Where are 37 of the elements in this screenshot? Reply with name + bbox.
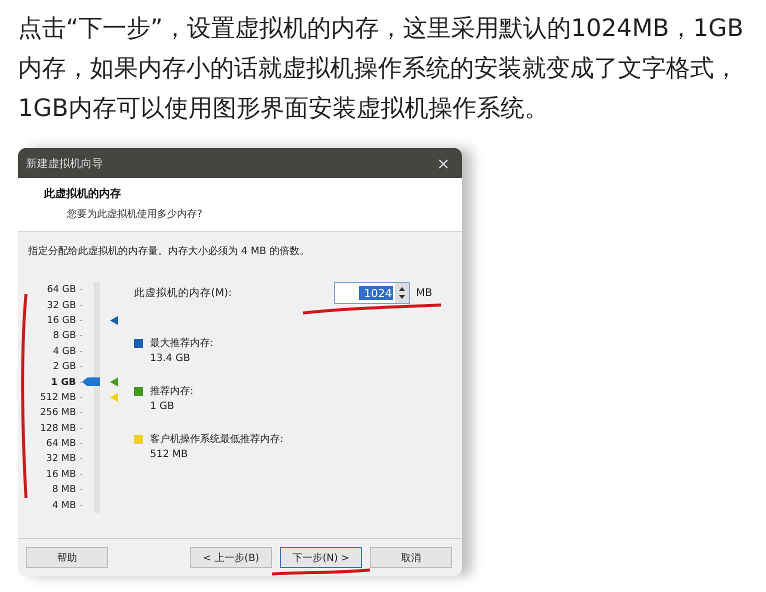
page-subheading: 您要为此虚拟机使用多少内存? (66, 208, 204, 221)
scale-label: 128 MB (40, 422, 76, 434)
legend-label: 客户机操作系统最低推荐内存: (150, 432, 284, 446)
scale-label: 32 MB (46, 453, 76, 464)
article-paragraph: 点击“下一步”，设置虚拟机的内存，这里采用默认的1024MB，1GB内存，如果内存小的话就虚拟机操作系统的安装就变成了文字格式，1GB内存可以使用图形界面安装虚拟机操作系统。 (18, 13, 744, 124)
legend-label: 推荐内存: (150, 384, 194, 398)
unit-label: MB (416, 287, 432, 299)
wizard-button[interactable]: 帮助 (26, 547, 108, 568)
scale-label: 32 GB (47, 300, 76, 311)
legend-value: 13.4 GB (150, 353, 192, 364)
slider-thumb[interactable] (82, 377, 100, 386)
memory-label: 此虚拟机的内存(M): (134, 286, 233, 300)
scale-label: 8 GB (53, 330, 76, 342)
wizard-button[interactable]: 下一步(N) > (280, 547, 362, 568)
scale-label: 64 MB (46, 438, 76, 450)
legend-label: 最大推荐内存: (150, 336, 214, 350)
scale-label: 16 GB (47, 314, 76, 326)
legend-value: 512 MB (150, 449, 189, 460)
wizard-button[interactable]: < 上一步(B) (190, 547, 272, 568)
scale-label: 256 MB (40, 407, 76, 418)
wizard-button[interactable]: 取消 (370, 547, 452, 568)
scale-label: 512 MB (40, 392, 76, 403)
scale-label: 64 GB (47, 284, 76, 296)
close-button[interactable]: × (436, 154, 450, 172)
scale-label: 2 GB (53, 361, 76, 372)
scale-label: 1 GB (51, 376, 76, 388)
scale-label: 8 MB (52, 484, 76, 496)
scale-label: 16 MB (46, 468, 76, 480)
scale-label: 4 MB (52, 500, 76, 511)
up-icon[interactable] (399, 287, 405, 291)
memory-input[interactable]: 1024 (359, 286, 393, 300)
legend-value: 1 GB (150, 401, 176, 412)
scale-label: 4 GB (53, 346, 76, 357)
page-heading: 此虚拟机的内存 (44, 186, 122, 201)
down-icon[interactable] (399, 295, 405, 299)
window-title: 新建虚拟机向导 (26, 156, 103, 170)
instruction-text: 指定分配给此虚拟机的内存量。内存大小必须为 4 MB 的倍数。 (28, 244, 310, 258)
